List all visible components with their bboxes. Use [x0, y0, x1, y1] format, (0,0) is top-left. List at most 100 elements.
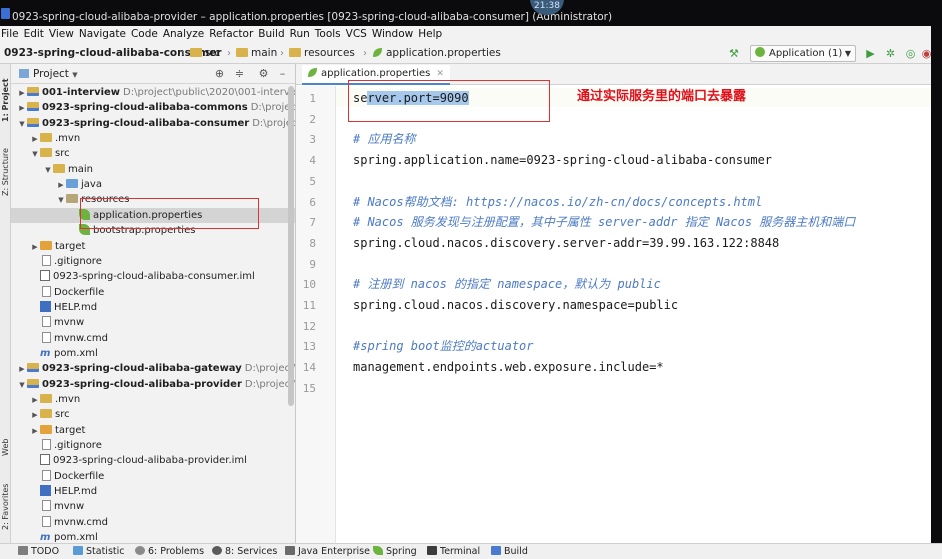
- annotation-box-file: [80, 198, 259, 229]
- tree-item[interactable]: m pom.xml: [11, 530, 295, 543]
- problems-tool[interactable]: 6: Problems: [135, 544, 204, 559]
- tree-item[interactable]: HELP.md: [11, 300, 295, 315]
- statistic-tool[interactable]: Statistic: [73, 544, 124, 559]
- run-config-select[interactable]: Application (1) ▼: [750, 45, 856, 62]
- menu-file[interactable]: File: [0, 26, 22, 43]
- menu-run[interactable]: Run: [288, 26, 313, 43]
- tree-item[interactable]: m pom.xml: [11, 346, 295, 361]
- tree-item[interactable]: ▶ .mvn: [11, 392, 295, 407]
- close-icon[interactable]: ✕: [436, 69, 444, 79]
- java-enterprise-tool[interactable]: Java Enterprise: [285, 544, 370, 559]
- tree-item[interactable]: ▼ 0923-spring-cloud-alibaba-consumer D:\pr…: [11, 116, 295, 131]
- project-tree-scrollbar[interactable]: [288, 86, 294, 541]
- m-icon: m: [40, 347, 51, 359]
- tree-item[interactable]: ▼ 0923-spring-cloud-alibaba-provider D:\pr…: [11, 377, 295, 392]
- tree-item[interactable]: HELP.md: [11, 484, 295, 499]
- menu-code[interactable]: Code: [129, 26, 161, 43]
- tree-item[interactable]: ▶ java: [11, 177, 295, 192]
- chevron-down-icon[interactable]: ▼: [30, 147, 40, 161]
- spring-tool[interactable]: Spring: [373, 544, 417, 559]
- tree-item[interactable]: ▼ main: [11, 162, 295, 177]
- terminal-tool[interactable]: Terminal: [427, 544, 480, 559]
- chevron-down-icon[interactable]: ▼: [17, 378, 27, 392]
- tree-item[interactable]: ▶ src: [11, 407, 295, 422]
- locate-icon[interactable]: ⊕: [213, 67, 226, 80]
- web-tool-tab[interactable]: Web: [0, 426, 11, 456]
- chevron-right-icon[interactable]: ▶: [56, 178, 66, 192]
- line-number: 13: [302, 340, 316, 354]
- chevron-right-icon[interactable]: ▶: [30, 408, 40, 422]
- breadcrumb-file[interactable]: application.properties: [372, 46, 501, 61]
- tree-item[interactable]: ▶ .mvn: [11, 131, 295, 146]
- chevron-down-icon[interactable]: ▼: [43, 163, 53, 177]
- menu-vcs[interactable]: VCS: [344, 26, 370, 43]
- menu-view[interactable]: View: [47, 26, 77, 43]
- menu-refactor[interactable]: Refactor: [207, 26, 256, 43]
- code-line: # 应用名称: [353, 132, 416, 147]
- tree-item-label: pom.xml: [54, 347, 98, 359]
- breadcrumb-resources[interactable]: resources: [289, 46, 355, 61]
- breadcrumb-project[interactable]: 0923-spring-cloud-alibaba-consumer: [4, 46, 222, 61]
- gear-icon[interactable]: ⚙: [257, 67, 270, 80]
- services-tool[interactable]: 8: Services: [212, 544, 277, 559]
- menu-help[interactable]: Help: [416, 26, 445, 43]
- tree-item[interactable]: ▼ src: [11, 146, 295, 161]
- chevron-down-icon[interactable]: ▼: [56, 193, 66, 207]
- tree-item[interactable]: ▶ target: [11, 423, 295, 438]
- build-tool[interactable]: Build: [491, 544, 528, 559]
- chevron-down-icon[interactable]: ▼: [17, 117, 27, 131]
- menu-analyze[interactable]: Analyze: [161, 26, 207, 43]
- breadcrumb-main[interactable]: main: [236, 46, 277, 61]
- tree-item[interactable]: ▶ target: [11, 239, 295, 254]
- run-icon[interactable]: ▶: [864, 47, 877, 60]
- tree-item-label: .mvn: [55, 394, 81, 405]
- tree-item[interactable]: Dockerfile: [11, 285, 295, 300]
- line-number: 3: [309, 133, 316, 147]
- tree-item[interactable]: 0923-spring-cloud-alibaba-provider.iml: [11, 453, 295, 468]
- tree-item-label: 0923-spring-cloud-alibaba-commons: [42, 102, 248, 114]
- menu-edit[interactable]: Edit: [22, 26, 47, 43]
- menu-build[interactable]: Build: [256, 26, 287, 43]
- favorites-tool-tab[interactable]: 2: Favorites: [0, 472, 11, 530]
- problems-icon: [135, 546, 145, 555]
- chevron-right-icon[interactable]: ▶: [17, 362, 27, 376]
- window-title: 0923-spring-cloud-alibaba-provider – app…: [12, 11, 613, 23]
- project-tool-tab[interactable]: 1: Project: [0, 70, 11, 122]
- tree-item[interactable]: mvnw: [11, 499, 295, 514]
- chevron-right-icon[interactable]: ▶: [30, 393, 40, 407]
- tree-item[interactable]: mvnw.cmd: [11, 515, 295, 530]
- todo-tool[interactable]: TODO: [18, 544, 59, 559]
- tree-item[interactable]: ▶ 0923-spring-cloud-alibaba-gateway D:\pro…: [11, 361, 295, 376]
- hide-icon[interactable]: –: [276, 67, 289, 80]
- code-line: # 注册到 nacos 的指定 namespace，默认为 public: [353, 277, 661, 292]
- tree-item[interactable]: .gitignore: [11, 438, 295, 453]
- chevron-right-icon[interactable]: ▶: [17, 101, 27, 115]
- tree-item-label: mvnw: [54, 317, 85, 329]
- tree-item[interactable]: mvnw: [11, 315, 295, 330]
- menu-bar: File Edit View Navigate Code Analyze Refactor B…: [0, 26, 942, 43]
- chevron-right-icon[interactable]: ▶: [30, 240, 40, 254]
- chevron-right-icon[interactable]: ▶: [17, 86, 27, 100]
- debug-icon[interactable]: ✲: [884, 47, 897, 60]
- menu-window[interactable]: Window: [370, 26, 416, 43]
- menu-tools[interactable]: Tools: [313, 26, 344, 43]
- breadcrumb-src[interactable]: src: [190, 46, 220, 61]
- tree-item[interactable]: .gitignore: [11, 254, 295, 269]
- left-tool-stripe: 1: Project Z: Structure Web 2: Favorites: [0, 64, 11, 543]
- structure-tool-tab[interactable]: Z: Structure: [0, 136, 11, 196]
- menu-navigate[interactable]: Navigate: [77, 26, 129, 43]
- file-icon: [42, 316, 51, 328]
- tree-item[interactable]: mvnw.cmd: [11, 331, 295, 346]
- project-view-selector[interactable]: Project ▼: [19, 67, 78, 82]
- scrollbar-thumb[interactable]: [288, 86, 294, 406]
- chevron-right-icon[interactable]: ▶: [30, 132, 40, 146]
- chevron-right-icon[interactable]: ▶: [30, 424, 40, 438]
- tree-item[interactable]: 0923-spring-cloud-alibaba-consumer.iml: [11, 269, 295, 284]
- tree-item[interactable]: Dockerfile: [11, 469, 295, 484]
- collapse-all-icon[interactable]: ≑: [233, 67, 246, 80]
- tree-item[interactable]: ▶ 0923-spring-cloud-alibaba-commons D:\pro…: [11, 100, 295, 115]
- file-icon: [42, 439, 51, 451]
- coverage-icon[interactable]: ◎: [904, 47, 917, 60]
- hammer-icon[interactable]: ⚒: [729, 47, 742, 60]
- tree-item[interactable]: ▶ 001-interview D:\project\public\2020\001…: [11, 85, 295, 100]
